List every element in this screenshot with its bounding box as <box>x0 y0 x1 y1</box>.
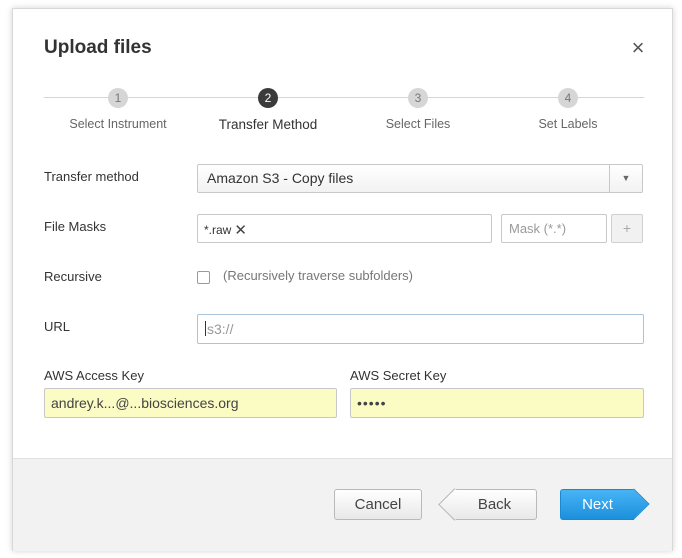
recursive-description: (Recursively traverse subfolders) <box>223 268 414 283</box>
file-masks-box[interactable]: *.raw ✕ <box>197 214 492 243</box>
transfer-method-label: Transfer method <box>44 169 139 184</box>
url-placeholder: s3:// <box>207 321 234 337</box>
step-label: Set Labels <box>538 117 598 131</box>
remove-tag-icon[interactable]: ✕ <box>234 222 247 239</box>
mask-tag: *.raw ✕ <box>204 221 247 239</box>
aws-access-key-label: AWS Access Key <box>44 368 144 383</box>
cancel-button[interactable]: Cancel <box>334 489 422 520</box>
mask-tag-text: *.raw <box>204 223 232 237</box>
step-label: Select Files <box>385 117 451 131</box>
back-button-label: Back <box>477 496 512 513</box>
text-caret <box>205 321 206 336</box>
step-label: Transfer Method <box>218 117 318 132</box>
upload-files-dialog: Upload files × 1 Select Instrument 2 Tra… <box>12 8 673 551</box>
step-number: 3 <box>408 88 428 108</box>
aws-access-key-input[interactable]: andrey.k...@...biosciences.org <box>44 388 337 418</box>
url-input[interactable]: s3:// <box>197 314 644 344</box>
aws-secret-key-label: AWS Secret Key <box>350 368 447 383</box>
step-select-files[interactable]: 3 Select Files <box>353 88 483 131</box>
transfer-method-value: Amazon S3 - Copy files <box>207 170 354 186</box>
add-mask-button[interactable]: + <box>611 214 643 243</box>
step-label: Select Instrument <box>69 117 167 131</box>
step-number: 1 <box>108 88 128 108</box>
dialog-title: Upload files <box>44 37 152 58</box>
close-icon[interactable]: × <box>628 37 648 59</box>
next-button[interactable]: Next <box>560 488 650 520</box>
transfer-method-select[interactable]: Amazon S3 - Copy files ▼ <box>197 164 643 193</box>
step-number: 2 <box>258 88 278 108</box>
back-button[interactable]: Back <box>438 488 537 521</box>
recursive-checkbox[interactable] <box>197 271 210 284</box>
chevron-down-icon[interactable]: ▼ <box>609 165 642 192</box>
step-set-labels[interactable]: 4 Set Labels <box>503 88 633 131</box>
next-button-label: Next <box>582 496 613 513</box>
cancel-button-label: Cancel <box>354 496 402 513</box>
aws-secret-key-input[interactable]: ••••• <box>350 388 644 418</box>
file-masks-label: File Masks <box>44 219 107 234</box>
url-label: URL <box>44 319 71 334</box>
step-number: 4 <box>558 88 578 108</box>
mask-input[interactable]: Mask (*.*) <box>501 214 607 243</box>
step-transfer-method[interactable]: 2 Transfer Method <box>203 88 333 132</box>
step-select-instrument[interactable]: 1 Select Instrument <box>53 88 183 131</box>
recursive-label: Recursive <box>44 269 102 284</box>
